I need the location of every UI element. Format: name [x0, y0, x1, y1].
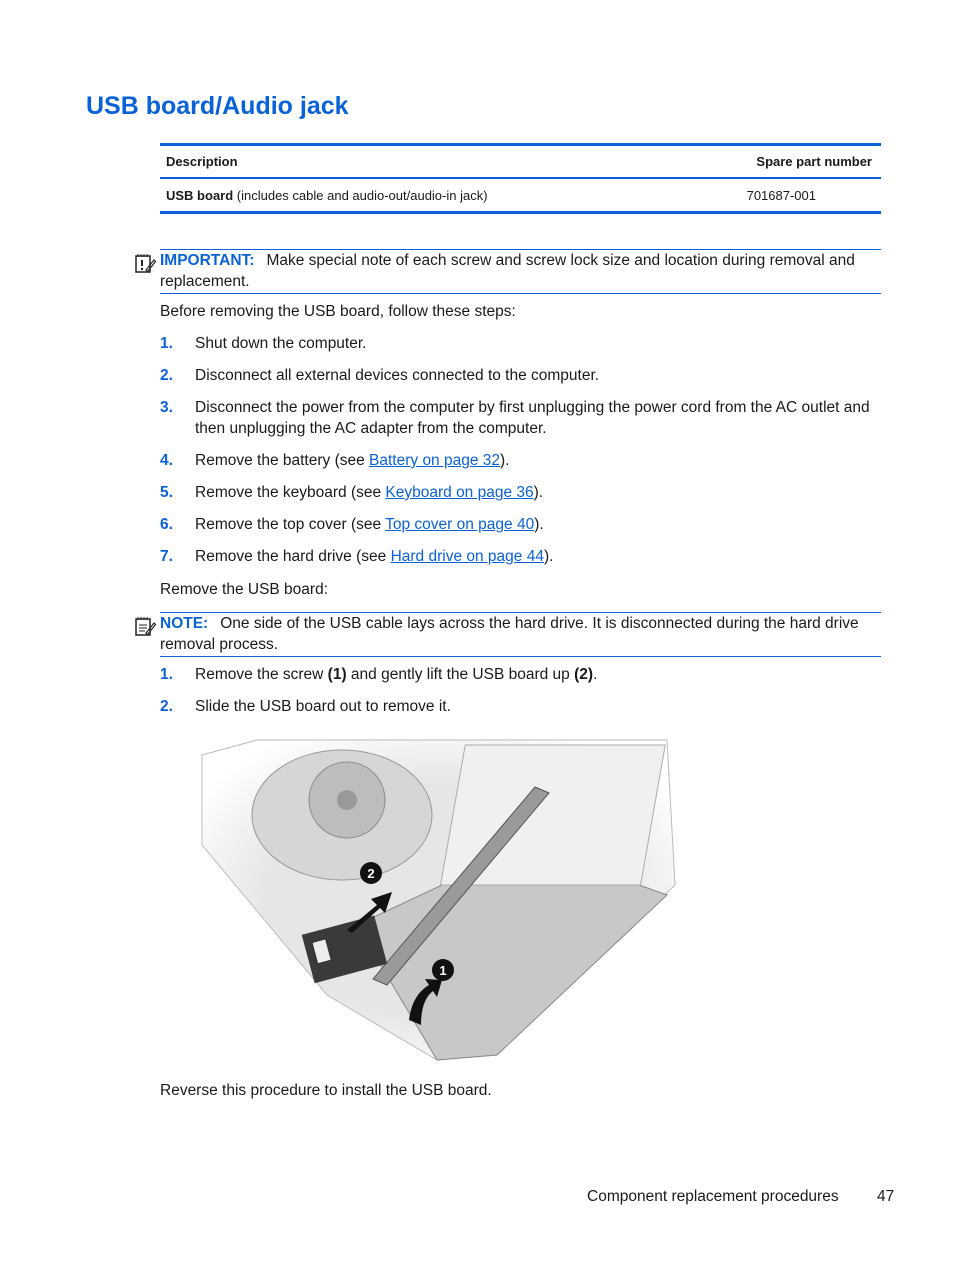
important-note: IMPORTANT: Make special note of each scre…	[135, 249, 881, 294]
important-note-icon	[135, 254, 156, 273]
page-number: 47	[877, 1188, 895, 1205]
closing-text: Reverse this procedure to install the US…	[160, 1082, 492, 1099]
fan-hub	[337, 790, 357, 810]
step-text-post: ).	[533, 484, 544, 501]
step-number: 1.	[160, 335, 173, 352]
usb-board-removal-figure: 2 1	[201, 739, 676, 1061]
note-text: One side of the USB cable lays across th…	[160, 615, 859, 653]
step-text-part: and gently lift the USB board up	[346, 666, 575, 683]
step-text: Shut down the computer.	[195, 335, 367, 352]
prep-intro: Before removing the USB board, follow th…	[160, 303, 516, 320]
step-text-pre: Remove the top cover (see	[195, 516, 386, 533]
part-description: USB board (includes cable and audio-out/…	[166, 188, 488, 203]
step-text-post: ).	[543, 548, 554, 565]
table-header-row: Description Spare part number	[160, 146, 881, 179]
step-number: 3.	[160, 399, 173, 416]
step-text: Disconnect all external devices connecte…	[195, 367, 600, 384]
remove-step: 1. Remove the screw (1) and gently lift …	[160, 664, 881, 685]
important-text: Make special note of each screw and scre…	[160, 252, 855, 290]
step-text-part: Remove the screw	[195, 666, 328, 683]
step-text-pre: Remove the hard drive (see	[195, 548, 391, 565]
step-text: Remove the top cover (see Top cover on p…	[195, 514, 881, 535]
step-number: 6.	[160, 516, 173, 533]
step-text: Slide the USB board out to remove it.	[195, 698, 451, 715]
prep-step: 3. Disconnect the power from the compute…	[160, 397, 881, 439]
step-text: Remove the screw (1) and gently lift the…	[195, 664, 881, 685]
table-row: USB board (includes cable and audio-out/…	[160, 179, 881, 211]
step-text: Remove the battery (see Battery on page …	[195, 450, 881, 471]
hard-drive-link[interactable]: Hard drive on page 44	[391, 548, 544, 565]
prep-step: 2. Disconnect all external devices conne…	[160, 365, 881, 386]
note-label: NOTE:	[160, 615, 209, 632]
step-text: Disconnect the power from the computer b…	[195, 399, 870, 437]
part-name: USB board	[166, 187, 234, 203]
battery-link[interactable]: Battery on page 32	[369, 452, 500, 469]
step-number: 2.	[160, 367, 173, 384]
footer-section: Component replacement procedures	[587, 1188, 839, 1205]
step-number: 5.	[160, 484, 173, 501]
remove-step: 2. Slide the USB board out to remove it.	[160, 696, 881, 717]
step-text-post: ).	[534, 516, 544, 533]
callout-ref: (2)	[574, 666, 594, 683]
step-text-pre: Remove the keyboard (see	[195, 484, 386, 501]
step-text-post: ).	[500, 452, 510, 469]
prep-step: 7. Remove the hard drive (see Hard drive…	[160, 546, 881, 567]
note-icon	[135, 617, 156, 636]
part-detail: (includes cable and audio-out/audio-in j…	[233, 187, 488, 203]
part-number: 701687-001	[746, 187, 816, 203]
prep-step: 6. Remove the top cover (see Top cover o…	[160, 514, 881, 535]
column-header-description: Description	[166, 154, 238, 169]
column-header-part-number: Spare part number	[756, 154, 872, 169]
step-text-part: .	[593, 666, 598, 683]
step-text-pre: Remove the battery (see	[195, 452, 370, 469]
callout-ref: (1)	[327, 666, 347, 683]
step-text: Remove the keyboard (see Keyboard on pag…	[195, 482, 881, 503]
callout-1-label: 1	[439, 963, 446, 978]
top-cover-link[interactable]: Top cover on page 40	[385, 516, 534, 533]
keyboard-link[interactable]: Keyboard on page 36	[385, 484, 533, 501]
remove-intro: Remove the USB board:	[160, 581, 329, 598]
spare-parts-table: Description Spare part number USB board …	[160, 143, 881, 214]
callout-2-label: 2	[367, 866, 374, 881]
note-box: NOTE: One side of the USB cable lays acro…	[135, 612, 881, 657]
step-number: 2.	[160, 698, 173, 715]
step-number: 1.	[160, 666, 173, 683]
prep-step: 5. Remove the keyboard (see Keyboard on …	[160, 482, 881, 503]
page-title: USB board/Audio jack	[86, 92, 349, 120]
important-label: IMPORTANT:	[160, 252, 255, 269]
step-text: Remove the hard drive (see Hard drive on…	[195, 546, 881, 567]
prep-step: 4. Remove the battery (see Battery on pa…	[160, 450, 881, 471]
step-number: 4.	[160, 452, 173, 469]
step-number: 7.	[160, 548, 173, 565]
prep-step: 1. Shut down the computer.	[160, 333, 881, 354]
